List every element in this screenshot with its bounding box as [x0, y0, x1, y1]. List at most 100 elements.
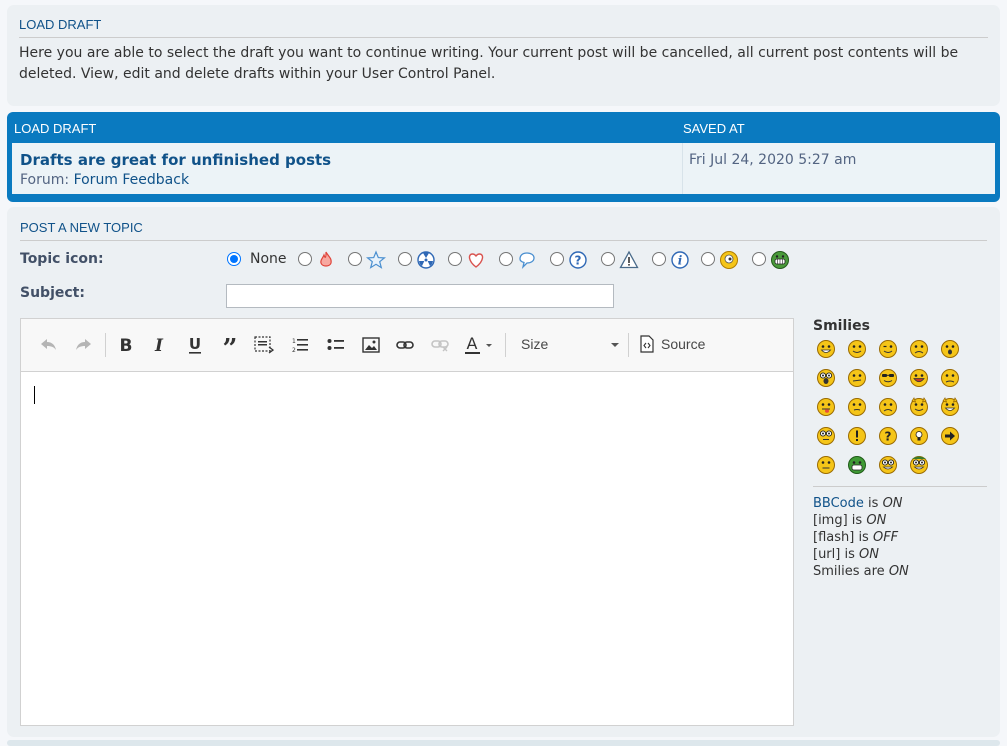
unlink-button[interactable] [429, 334, 451, 356]
bbcode-link[interactable]: BBCode [813, 496, 864, 511]
topic-icon-radio-info[interactable] [652, 252, 666, 266]
speech-bubble-icon [519, 252, 535, 270]
bbcode-state: ON [882, 496, 903, 511]
smiley-exclamation[interactable] [847, 426, 867, 446]
smiley-question[interactable]: ? [878, 426, 898, 446]
svg-text:B: B [120, 336, 133, 354]
italic-button[interactable]: I [148, 334, 170, 356]
font-size-dropdown[interactable]: Size [521, 334, 619, 356]
chevron-down-icon [611, 343, 619, 347]
bold-button[interactable]: B [115, 334, 137, 356]
bbcode-status: BBCode is ON [813, 495, 987, 512]
topic-icon-radio-question[interactable] [550, 252, 564, 266]
smiley-smile[interactable] [847, 339, 867, 359]
img-status: [img] is ON [813, 512, 987, 529]
toolbar-separator [105, 333, 106, 357]
grin-icon [771, 251, 789, 269]
smile-icon [720, 251, 738, 269]
smiley-crying[interactable] [878, 397, 898, 417]
smiley-very-happy[interactable] [816, 339, 836, 359]
smiley-surprised[interactable] [940, 339, 960, 359]
load-draft-heading: LOAD DRAFT [19, 17, 988, 38]
topic-icon-radio-none[interactable] [227, 252, 241, 266]
subject-input[interactable] [226, 284, 614, 308]
smiley-evil[interactable] [909, 397, 929, 417]
topic-icon-radio-fire[interactable] [298, 252, 312, 266]
bullet-list-icon [327, 339, 344, 350]
message-editor: B I U ” 12 A Size Source [20, 318, 794, 726]
image-button[interactable] [360, 334, 382, 356]
smiley-mad[interactable] [940, 368, 960, 388]
topic-icon-radio-star[interactable] [348, 252, 362, 266]
topic-icon-radio-grin[interactable] [752, 252, 766, 266]
svg-text:?: ? [575, 254, 582, 268]
smiley-neutral[interactable] [816, 455, 836, 475]
smiley-wink[interactable] [878, 339, 898, 359]
editor-toolbar: B I U ” 12 A Size Source [21, 319, 793, 372]
drafts-table-header: LOAD DRAFT SAVED AT [7, 112, 1000, 142]
url-state: ON [859, 547, 879, 562]
link-icon [396, 341, 414, 349]
topic-icon-radio-smile[interactable] [701, 252, 715, 266]
smiley-razz[interactable] [816, 397, 836, 417]
redo-button[interactable] [72, 334, 94, 356]
source-label: Source [661, 336, 706, 352]
url-status: [url] is ON [813, 546, 987, 563]
topic-icon-radio-warning[interactable] [601, 252, 615, 266]
quote-icon: ” [223, 337, 238, 353]
smiley-embarrassed[interactable] [847, 397, 867, 417]
svg-text:?: ? [885, 430, 892, 444]
smiley-sad[interactable] [909, 339, 929, 359]
bold-icon: B [120, 336, 133, 354]
topic-icon-label: Topic icon: [20, 251, 104, 267]
smiley-rolling-eyes[interactable] [816, 426, 836, 446]
smiley-mr-green[interactable] [847, 455, 867, 475]
info-icon: i [671, 251, 689, 269]
bbcode-status-text: is [868, 496, 879, 511]
text-cursor [34, 386, 35, 404]
smiley-geek[interactable] [878, 455, 898, 475]
smiley-idea[interactable] [909, 426, 929, 446]
question-icon: ? [569, 251, 587, 269]
quote-button[interactable]: ” [219, 334, 241, 356]
draft-saved-at: Fri Jul 24, 2020 5:27 am [689, 152, 857, 168]
smiley-twisted-evil[interactable] [940, 397, 960, 417]
svg-text:A: A [467, 335, 478, 353]
load-draft-panel: LOAD DRAFT Here you are able to select t… [7, 5, 1000, 106]
fire-icon [320, 251, 332, 267]
smilies-status-text: Smilies are [813, 564, 885, 579]
load-draft-description: Here you are able to select the draft yo… [19, 45, 959, 82]
post-form-heading: POST A NEW TOPIC [20, 220, 987, 241]
forum-link[interactable]: Forum Feedback [74, 172, 190, 188]
text-color-button[interactable]: A [463, 334, 497, 356]
undo-icon [41, 339, 56, 350]
posting-status-list: BBCode is ON [img] is ON [flash] is OFF … [813, 486, 987, 580]
column-load-draft: LOAD DRAFT [14, 121, 97, 136]
smiley-uber-geek[interactable] [909, 455, 929, 475]
numbered-list-button[interactable]: 12 [289, 334, 311, 356]
subject-label: Subject: [20, 285, 85, 301]
draft-forum-line: Forum: Forum Feedback [20, 172, 189, 188]
undo-button[interactable] [38, 334, 60, 356]
bullet-list-button[interactable] [325, 334, 347, 356]
smiley-confused[interactable] [847, 368, 867, 388]
topic-icon-radio-radioactive[interactable] [398, 252, 412, 266]
smiley-laughing[interactable] [909, 368, 929, 388]
italic-icon: I [154, 336, 164, 354]
draft-title-link[interactable]: Drafts are great for unfinished posts [20, 151, 331, 169]
smiley-shocked[interactable] [816, 368, 836, 388]
star-icon [366, 250, 386, 269]
code-button[interactable] [253, 334, 275, 356]
smiley-cool[interactable] [878, 368, 898, 388]
svg-text:U: U [189, 335, 201, 353]
smiley-arrow[interactable] [940, 426, 960, 446]
flash-status: [flash] is OFF [813, 529, 987, 546]
underline-button[interactable]: U [184, 334, 206, 356]
svg-text:2: 2 [292, 347, 296, 354]
topic-icon-radio-speech[interactable] [499, 252, 513, 266]
link-button[interactable] [394, 334, 416, 356]
editor-content-area[interactable] [21, 372, 793, 725]
smilies-status: Smilies are ON [813, 563, 987, 580]
smilies-state: ON [888, 564, 909, 579]
topic-icon-radio-heart[interactable] [448, 252, 462, 266]
